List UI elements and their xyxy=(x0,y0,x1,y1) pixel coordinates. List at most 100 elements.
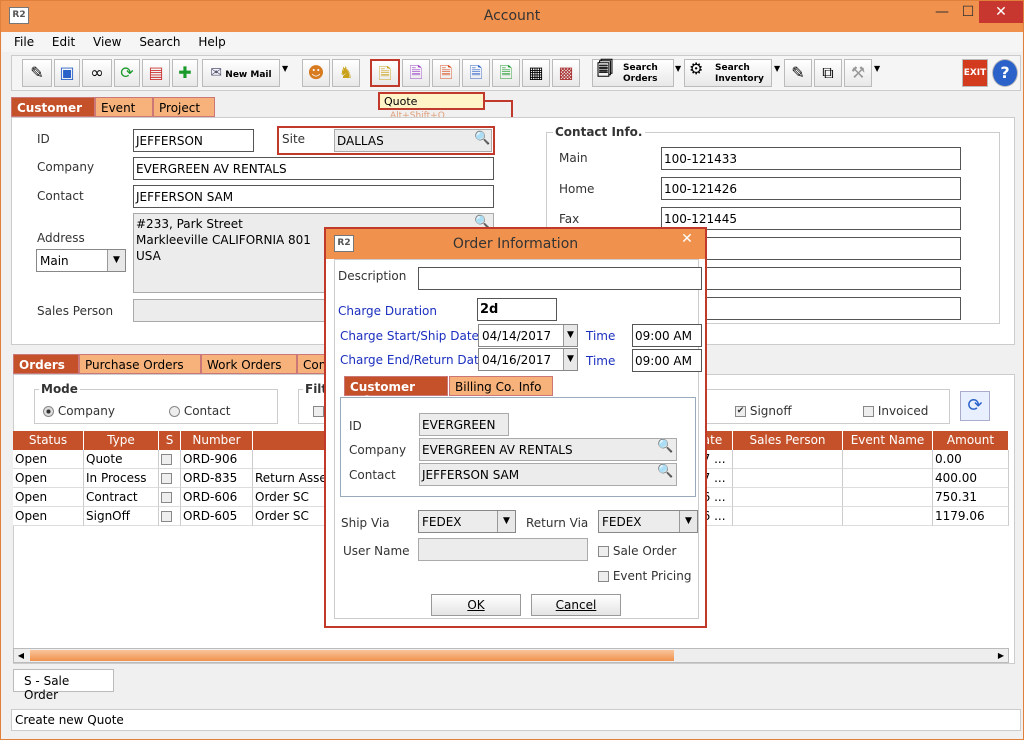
quote-tooltip: Quote Alt+Shift+Q xyxy=(378,92,485,121)
tab-billing-co-info[interactable]: Billing Co. Info xyxy=(449,376,553,396)
menu-view[interactable]: View xyxy=(93,32,121,52)
save-button[interactable]: ▣ xyxy=(54,59,80,87)
invoiced-checkbox[interactable]: Invoiced xyxy=(863,404,928,418)
home-phone-field[interactable]: 100-121426 xyxy=(661,177,961,200)
order-button[interactable]: 🗎 xyxy=(402,59,430,87)
dialog-title: Order Information xyxy=(452,236,579,252)
signoff-checkbox[interactable]: ✔ Signoff xyxy=(735,404,792,418)
tools-dropdown-icon[interactable]: ▼ xyxy=(874,64,880,73)
tab-work-orders[interactable]: Work Orders xyxy=(201,354,297,374)
contact-search-icon[interactable]: 🔍 xyxy=(657,464,673,479)
col-amount[interactable]: Amount xyxy=(933,431,1009,450)
return-via-select[interactable]: FEDEX ▼ xyxy=(598,510,698,533)
filter-checkbox[interactable] xyxy=(313,404,324,418)
copy-button[interactable]: ⧉ xyxy=(814,59,842,87)
address-type-select[interactable]: Main ▼ xyxy=(36,249,126,272)
tab-event[interactable]: Event xyxy=(95,97,153,117)
col-number[interactable]: Number xyxy=(181,431,253,450)
col-event-name[interactable]: Event Name xyxy=(843,431,933,450)
start-date-field[interactable]: 04/14/2017 ▼ xyxy=(478,324,578,347)
new-mail-button[interactable]: ✉ New Mail xyxy=(202,59,280,87)
refresh-orders-icon[interactable]: ⟳ xyxy=(960,391,990,421)
minimize-button[interactable]: — xyxy=(927,1,957,23)
end-date-field[interactable]: 04/16/2017 ▼ xyxy=(478,348,578,371)
charge-duration-field[interactable]: 2d xyxy=(477,298,557,321)
menu-file[interactable]: File xyxy=(14,32,34,52)
col-status[interactable]: Status xyxy=(13,431,84,450)
ship-via-select[interactable]: FEDEX ▼ xyxy=(418,510,516,533)
ok-button[interactable]: OK xyxy=(431,594,521,616)
charge-end-label: Charge End/Return Date xyxy=(340,353,487,367)
scroll-left-icon[interactable]: ◀ xyxy=(14,649,28,662)
event-pricing-checkbox[interactable]: Event Pricing xyxy=(598,569,691,583)
dialog-contact-field[interactable]: JEFFERSON SAM xyxy=(419,463,677,486)
site-search-icon[interactable]: 🔍 xyxy=(474,131,490,146)
company-search-icon[interactable]: 🔍 xyxy=(657,439,673,454)
horizontal-scrollbar[interactable]: ◀ ▶ xyxy=(13,648,1009,663)
main-phone-field[interactable]: 100-121433 xyxy=(661,147,961,170)
tab-customer[interactable]: Customer xyxy=(11,97,95,117)
legend-tab[interactable]: S - Sale Order xyxy=(13,669,114,702)
sale-order-checkbox[interactable]: Sale Order xyxy=(598,544,676,558)
scrollbar-thumb[interactable] xyxy=(30,650,674,661)
notes-button[interactable]: ✎ xyxy=(784,59,812,87)
return-button[interactable]: 🗎 xyxy=(492,59,520,87)
tab-project[interactable]: Project xyxy=(153,97,215,117)
dialog-close-button[interactable]: ✕ xyxy=(671,229,703,249)
col-type[interactable]: Type xyxy=(84,431,159,450)
exit-button[interactable]: EXIT xyxy=(962,59,988,87)
help-button[interactable]: ? xyxy=(992,59,1018,87)
mode-contact-radio[interactable]: Contact xyxy=(169,404,231,418)
contact-field[interactable]: JEFFERSON SAM xyxy=(133,185,494,208)
quote-button[interactable]: 🗎 xyxy=(370,59,400,87)
customer-id-field[interactable]: JEFFERSON xyxy=(133,129,254,152)
user-name-field[interactable] xyxy=(418,538,588,561)
order-information-dialog: R2 Order Information ✕ Description Charg… xyxy=(324,227,707,628)
col-s[interactable]: S xyxy=(159,431,181,450)
tab-orders[interactable]: Orders xyxy=(13,354,79,374)
search-inventory-button[interactable]: ⚙ Search Inventory xyxy=(684,59,772,87)
cancel-button[interactable]: Cancel xyxy=(531,594,621,616)
company-field[interactable]: EVERGREEN AV RENTALS xyxy=(133,157,494,180)
find-button[interactable]: ∞ xyxy=(82,59,112,87)
sales-person-field[interactable] xyxy=(133,299,333,322)
close-button[interactable]: ✕ xyxy=(979,1,1023,23)
maximize-button[interactable]: ☐ xyxy=(957,1,979,23)
search-orders-button[interactable]: 🗐 Search Orders xyxy=(592,59,674,87)
end-time-field[interactable]: 09:00 AM xyxy=(632,349,702,372)
edit-tool-button[interactable]: ✎ xyxy=(22,59,52,87)
contacts-button[interactable]: ☻ xyxy=(302,59,330,87)
menu-help[interactable]: Help xyxy=(198,32,225,52)
contract-button[interactable]: 🗎 xyxy=(432,59,460,87)
wizard-button[interactable]: ♞ xyxy=(332,59,360,87)
mode-company-radio[interactable]: Company xyxy=(43,404,115,418)
equipment-button[interactable]: ▩ xyxy=(552,59,580,87)
people-icon: ☻ xyxy=(307,63,325,82)
print-button[interactable]: ▤ xyxy=(142,59,170,87)
description-label: Description xyxy=(338,269,407,283)
invoice-button[interactable]: 🗎 xyxy=(462,59,490,87)
refresh-button[interactable]: ⟳ xyxy=(114,59,140,87)
col-sales-person[interactable]: Sales Person xyxy=(733,431,843,450)
dialog-id-field[interactable]: EVERGREEN xyxy=(419,413,509,436)
search-inventory-dropdown-icon[interactable]: ▼ xyxy=(774,64,780,73)
start-time-field[interactable]: 09:00 AM xyxy=(632,324,702,347)
tools-button[interactable]: ⚒ xyxy=(844,59,872,87)
scroll-right-icon[interactable]: ▶ xyxy=(994,649,1008,662)
search-orders-icon: 🗐 xyxy=(597,59,613,78)
add-button[interactable]: ✚ xyxy=(172,59,198,87)
event-button[interactable]: ▦ xyxy=(522,59,550,87)
menu-edit[interactable]: Edit xyxy=(52,32,75,52)
site-field[interactable]: DALLAS xyxy=(334,129,492,152)
search-orders-dropdown-icon[interactable]: ▼ xyxy=(675,64,681,73)
menu-search[interactable]: Search xyxy=(139,32,180,52)
dialog-company-field[interactable]: EVERGREEN AV RENTALS xyxy=(419,438,677,461)
id-label: ID xyxy=(37,132,50,146)
tab-customer-info[interactable]: Customer Info xyxy=(344,376,448,408)
new-mail-dropdown-icon[interactable]: ▼ xyxy=(282,64,288,73)
description-field[interactable] xyxy=(418,267,702,290)
contact-label: Contact xyxy=(37,189,84,203)
tab-purchase-orders[interactable]: Purchase Orders xyxy=(79,354,201,374)
start-time-label: Time xyxy=(586,329,616,343)
window-title: Account xyxy=(483,8,541,24)
